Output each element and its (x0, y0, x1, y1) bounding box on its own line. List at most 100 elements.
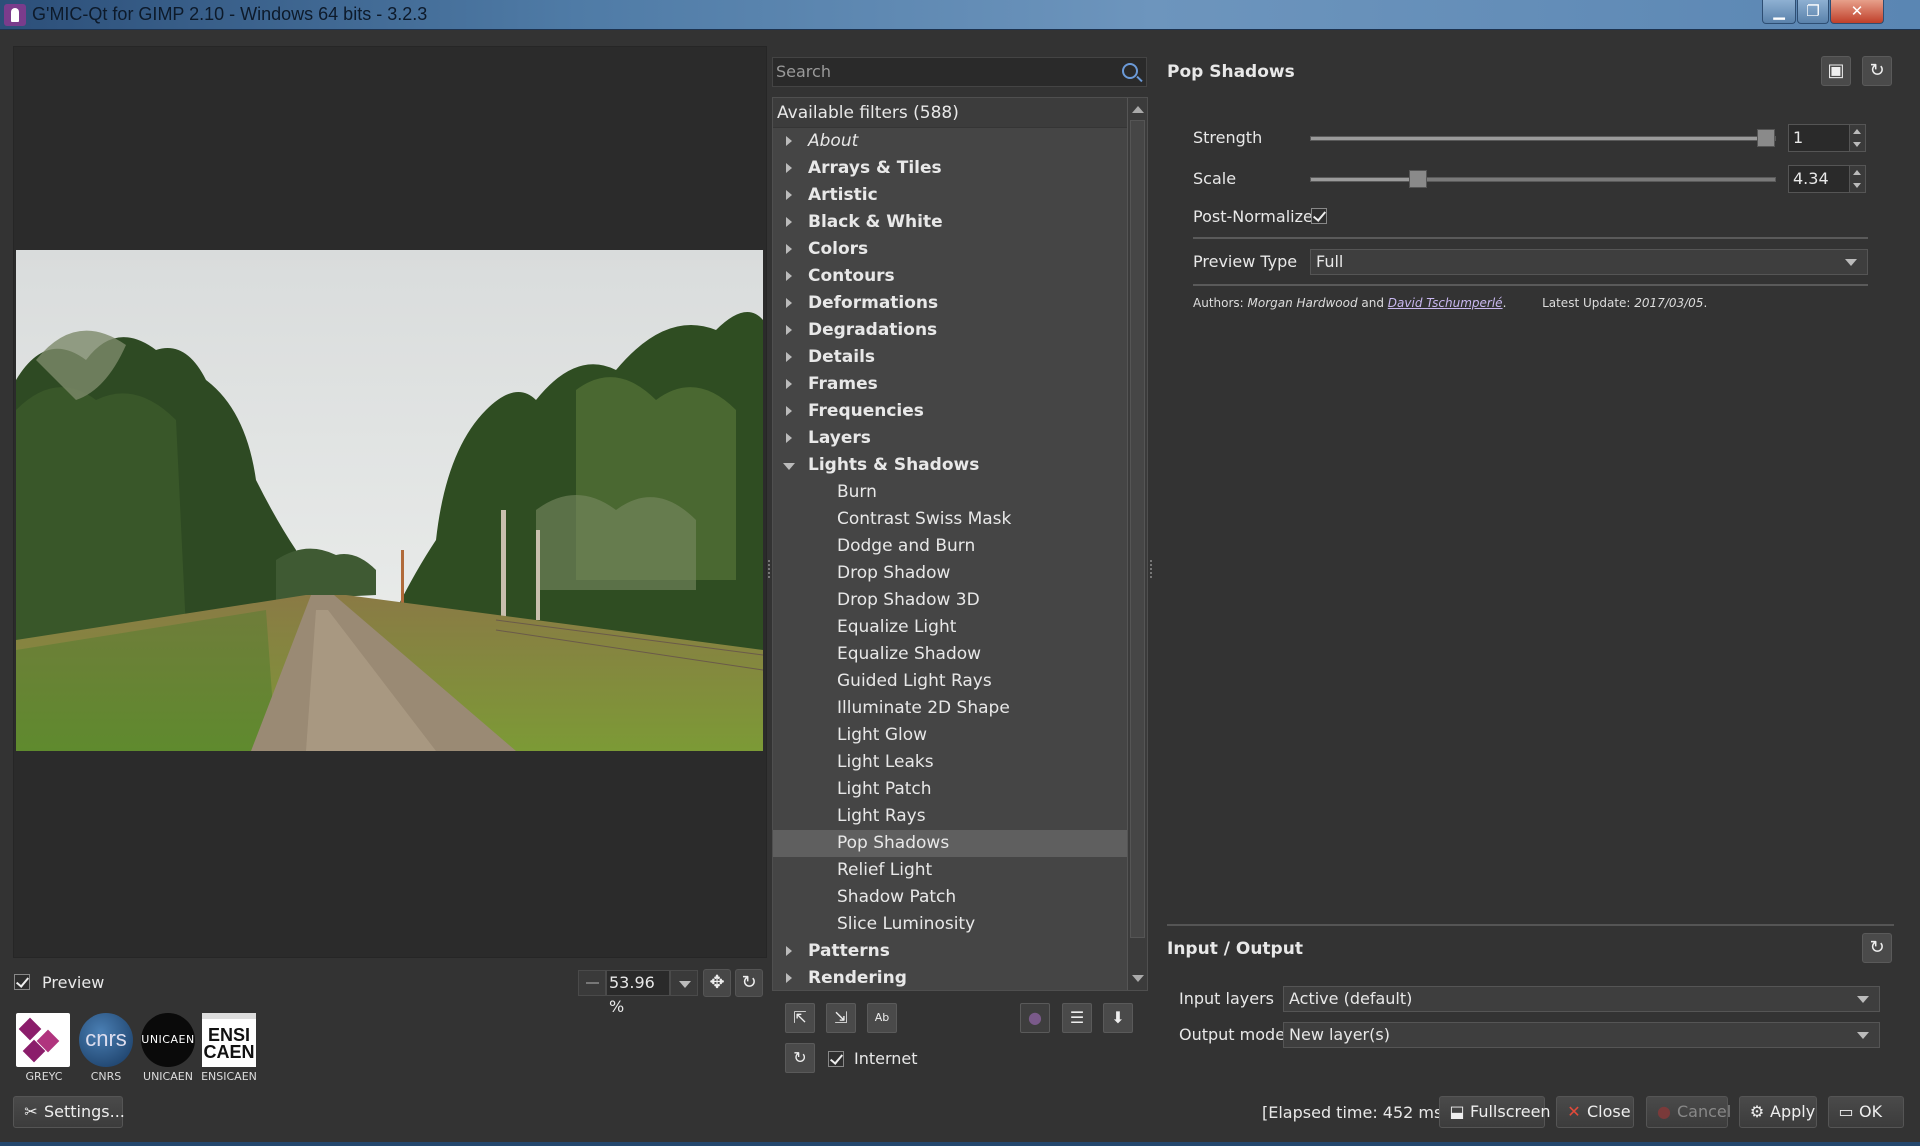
settings-button[interactable]: ✂ Settings... (13, 1096, 125, 1128)
output-mode-value: New layer(s) (1289, 1025, 1390, 1044)
strength-slider[interactable] (1310, 129, 1776, 147)
post-normalize-checkbox[interactable] (1311, 208, 1327, 224)
expand-arrow-right-icon[interactable] (786, 352, 792, 362)
strength-slider-handle[interactable] (1757, 129, 1775, 147)
filter-category[interactable]: Contours (773, 263, 1127, 290)
visibility-button[interactable]: ● (1020, 1003, 1050, 1033)
filter-item[interactable]: Guided Light Rays (773, 668, 1127, 695)
filter-category[interactable]: Details (773, 344, 1127, 371)
rename-fave-button[interactable]: Ab (867, 1003, 897, 1033)
filter-category[interactable]: Deformations (773, 290, 1127, 317)
internet-checkbox[interactable] (828, 1051, 844, 1067)
scale-slider[interactable] (1310, 170, 1776, 188)
add-fave-button[interactable]: ⇱ (785, 1003, 815, 1033)
expand-arrow-right-icon[interactable] (786, 973, 792, 983)
expand-arrow-right-icon[interactable] (786, 433, 792, 443)
expand-arrow-right-icon[interactable] (786, 271, 792, 281)
filter-category[interactable]: Arrays & Tiles (773, 155, 1127, 182)
filter-category[interactable]: Lights & Shadows (773, 452, 1127, 479)
preview-checkbox[interactable] (14, 974, 30, 990)
filter-category[interactable]: Colors (773, 236, 1127, 263)
filter-search-input[interactable]: Search (772, 57, 1147, 87)
filter-item[interactable]: Slice Luminosity (773, 911, 1127, 938)
expand-arrow-right-icon[interactable] (786, 190, 792, 200)
filter-item[interactable]: Dodge and Burn (773, 533, 1127, 560)
expand-arrow-right-icon[interactable] (786, 325, 792, 335)
expand-arrow-right-icon[interactable] (786, 217, 792, 227)
expand-arrow-right-icon[interactable] (786, 406, 792, 416)
filter-item[interactable]: Light Rays (773, 803, 1127, 830)
search-placeholder: Search (776, 62, 831, 81)
scroll-up-icon[interactable] (1132, 106, 1144, 113)
filter-tree-scrollbar[interactable] (1127, 98, 1147, 990)
spin-arrows-icon[interactable] (1849, 166, 1865, 192)
filter-item[interactable]: Equalize Shadow (773, 641, 1127, 668)
expand-arrow-right-icon[interactable] (786, 946, 792, 956)
scrollbar-thumb[interactable] (1130, 120, 1145, 938)
filter-category[interactable]: Rendering (773, 965, 1127, 990)
filter-item[interactable]: Contrast Swiss Mask (773, 506, 1127, 533)
remove-fave-button[interactable]: ⇲ (826, 1003, 856, 1033)
update-filters-button[interactable]: ↻ (785, 1043, 815, 1073)
io-splitter-handle[interactable] (1167, 924, 1894, 926)
filter-item[interactable]: Drop Shadow 3D (773, 587, 1127, 614)
filter-category[interactable]: Frequencies (773, 398, 1127, 425)
window-close-button[interactable]: ✕ (1830, 0, 1884, 24)
filter-item[interactable]: Relief Light (773, 857, 1127, 884)
cancel-button[interactable]: ● Cancel (1646, 1096, 1731, 1128)
scroll-down-icon[interactable] (1132, 975, 1144, 982)
ok-button[interactable]: ▭ OK (1828, 1096, 1904, 1128)
zoom-out-button[interactable] (578, 970, 606, 996)
filter-category[interactable]: Black & White (773, 209, 1127, 236)
filter-item[interactable]: Illuminate 2D Shape (773, 695, 1127, 722)
fullscreen-button[interactable]: ⬓ Fullscreen (1439, 1096, 1551, 1128)
filter-item[interactable]: Burn (773, 479, 1127, 506)
zoom-dropdown-button[interactable] (670, 970, 698, 996)
search-icon[interactable] (1122, 63, 1138, 79)
filter-category[interactable]: Degradations (773, 317, 1127, 344)
filter-item[interactable]: Light Patch (773, 776, 1127, 803)
right-splitter-handle[interactable] (1150, 560, 1153, 578)
input-layers-select[interactable]: Active (default) (1283, 986, 1880, 1012)
expand-collapse-button[interactable]: ⬇ (1103, 1003, 1133, 1033)
expand-arrow-down-icon[interactable] (783, 463, 795, 470)
filter-item[interactable]: Light Leaks (773, 749, 1127, 776)
filter-category[interactable]: About (773, 128, 1127, 155)
filter-category[interactable]: Patterns (773, 938, 1127, 965)
expand-arrow-right-icon[interactable] (786, 298, 792, 308)
zoom-fit-button[interactable]: ✥ (703, 969, 731, 997)
apply-button[interactable]: ⚙ Apply (1739, 1096, 1817, 1128)
filter-item[interactable]: Equalize Light (773, 614, 1127, 641)
reset-params-button[interactable]: ↻ (1862, 56, 1892, 86)
expand-arrow-right-icon[interactable] (786, 163, 792, 173)
expand-arrow-right-icon[interactable] (786, 136, 792, 146)
expand-arrow-right-icon[interactable] (786, 379, 792, 389)
filter-item[interactable]: Shadow Patch (773, 884, 1127, 911)
filter-category[interactable]: Frames (773, 371, 1127, 398)
scale-slider-handle[interactable] (1409, 170, 1427, 188)
scale-slider-fill (1311, 178, 1409, 181)
filter-item[interactable]: Drop Shadow (773, 560, 1127, 587)
filter-category[interactable]: Artistic (773, 182, 1127, 209)
filter-tree[interactable]: Available filters (588) About Arrays & Ti… (772, 97, 1148, 991)
minimize-button[interactable]: ▁ (1762, 0, 1796, 24)
scale-spinbox[interactable]: 4.34 (1788, 165, 1866, 193)
expand-arrow-right-icon[interactable] (786, 244, 792, 254)
preview-image[interactable] (16, 250, 763, 751)
filter-item[interactable]: Pop Shadows (773, 830, 1127, 857)
output-mode-select[interactable]: New layer(s) (1283, 1022, 1880, 1048)
maximize-button[interactable]: ❐ (1797, 0, 1829, 24)
preview-type-select[interactable]: Full (1310, 249, 1868, 275)
strength-spinbox[interactable]: 1 (1788, 124, 1866, 152)
filter-item[interactable]: Light Glow (773, 722, 1127, 749)
zoom-level-field[interactable]: 53.96 % (606, 970, 670, 1016)
reset-io-button[interactable]: ↻ (1862, 933, 1892, 963)
left-splitter-handle[interactable] (768, 560, 771, 578)
select-filters-button[interactable]: ☰ (1062, 1003, 1092, 1033)
copy-command-button[interactable]: ▣ (1821, 56, 1851, 86)
close-button[interactable]: ✕ Close (1556, 1096, 1634, 1128)
filter-category[interactable]: Layers (773, 425, 1127, 452)
reset-zoom-button[interactable]: ↻ (735, 969, 763, 997)
spin-arrows-icon[interactable] (1849, 125, 1865, 151)
author-link[interactable]: David Tschumperlé (1388, 296, 1503, 310)
